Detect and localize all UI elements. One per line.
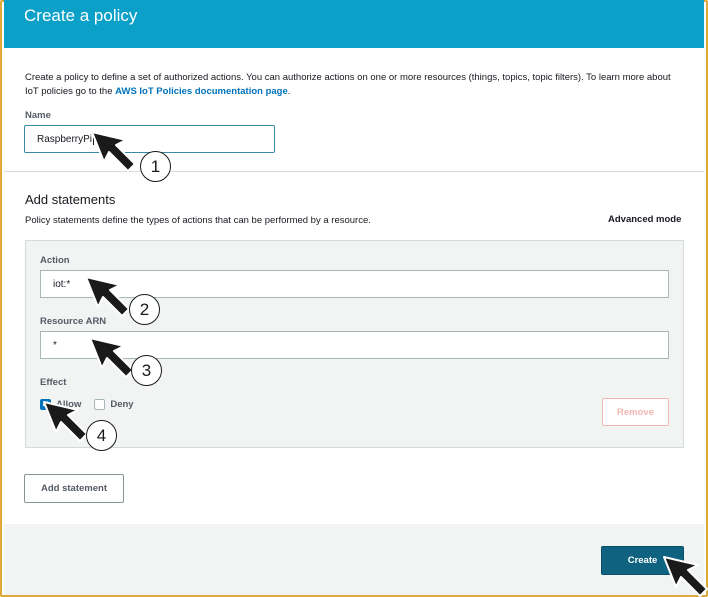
step-2-badge: 2 — [129, 294, 160, 325]
step-3-badge: 3 — [131, 355, 162, 386]
statements-title: Add statements — [25, 192, 116, 207]
step-1-badge: 1 — [140, 151, 171, 182]
action-value: iot:* — [53, 278, 71, 290]
action-input[interactable]: iot:* — [40, 270, 669, 298]
page-header: Create a policy — [4, 0, 704, 48]
create-button[interactable]: Create — [601, 546, 684, 575]
advanced-mode-link[interactable]: Advanced mode — [608, 214, 681, 225]
section-divider — [4, 171, 704, 172]
remove-statement-button[interactable]: Remove — [602, 398, 669, 426]
deny-label[interactable]: Deny — [110, 399, 133, 410]
action-label: Action — [40, 255, 70, 266]
name-value: RaspberryPi — [37, 133, 93, 145]
allow-label[interactable]: Allow — [56, 399, 81, 410]
resource-arn-value: * — [53, 339, 57, 351]
intro-text: Create a policy to define a set of autho… — [25, 71, 675, 99]
text-caret — [93, 133, 95, 145]
statements-description: Policy statements define the types of ac… — [25, 215, 371, 226]
resource-arn-input[interactable]: * — [40, 331, 669, 359]
effect-label: Effect — [40, 377, 67, 388]
resource-arn-label: Resource ARN — [40, 316, 107, 327]
page-footer — [4, 524, 704, 595]
name-input[interactable]: RaspberryPi — [24, 125, 275, 153]
deny-checkbox[interactable] — [94, 399, 106, 410]
page-title: Create a policy — [24, 6, 138, 25]
name-label: Name — [25, 110, 51, 121]
add-statement-button[interactable]: Add statement — [24, 474, 124, 503]
docs-link[interactable]: AWS IoT Policies documentation page — [115, 86, 288, 97]
allow-checkbox[interactable]: ✔ — [40, 399, 51, 410]
intro-suffix: . — [287, 86, 291, 97]
effect-options: ✔ Allow Deny — [40, 399, 142, 410]
step-4-badge: 4 — [86, 420, 117, 451]
